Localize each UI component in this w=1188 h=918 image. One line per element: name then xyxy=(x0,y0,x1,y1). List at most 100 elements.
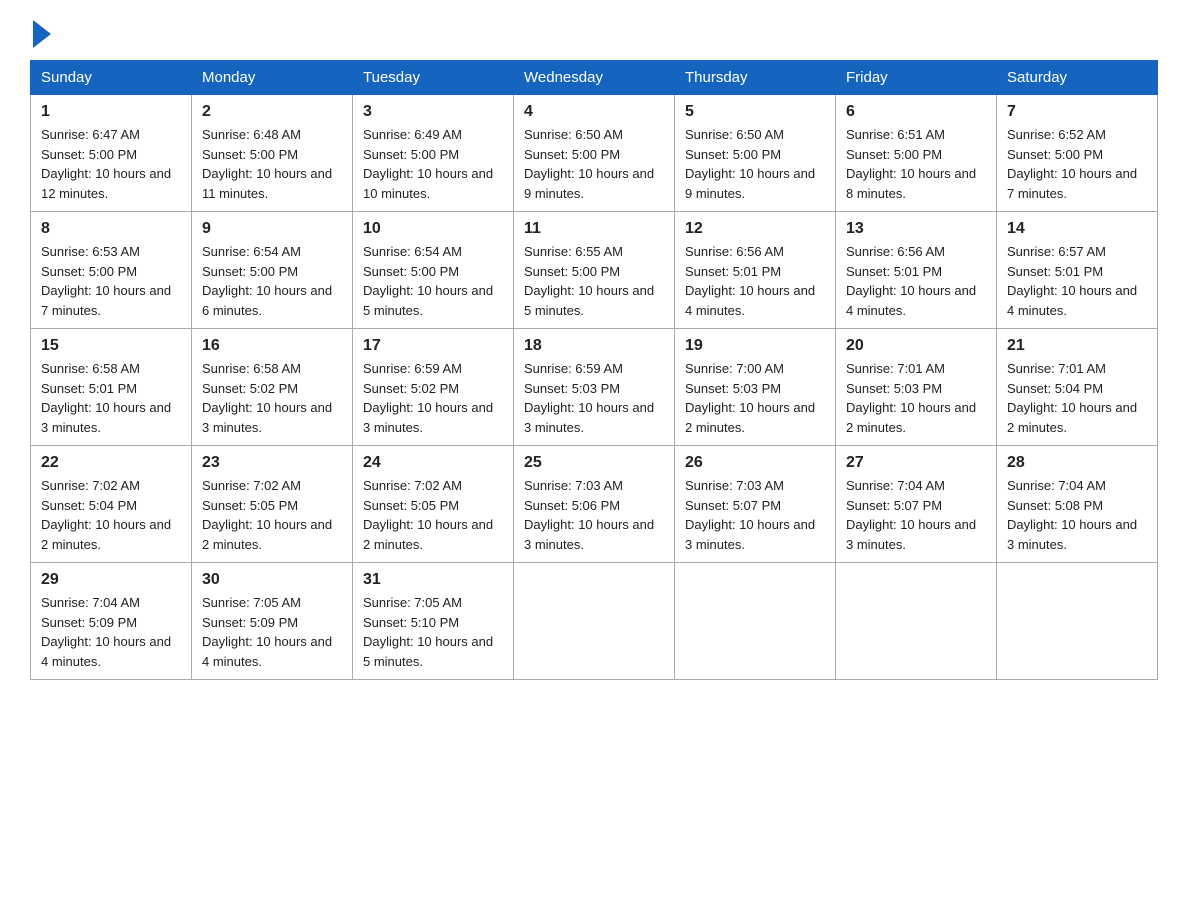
day-number: 2 xyxy=(202,103,342,121)
col-thursday: Thursday xyxy=(675,61,836,95)
day-number: 3 xyxy=(363,103,503,121)
day-info: Sunrise: 7:04 AMSunset: 5:09 PMDaylight:… xyxy=(41,593,181,671)
calendar-cell xyxy=(836,563,997,680)
calendar-week-3: 15 Sunrise: 6:58 AMSunset: 5:01 PMDaylig… xyxy=(31,329,1158,446)
logo-arrow-icon xyxy=(33,20,51,48)
day-info: Sunrise: 6:53 AMSunset: 5:00 PMDaylight:… xyxy=(41,242,181,320)
calendar-cell xyxy=(997,563,1158,680)
calendar-cell: 15 Sunrise: 6:58 AMSunset: 5:01 PMDaylig… xyxy=(31,329,192,446)
day-info: Sunrise: 7:02 AMSunset: 5:05 PMDaylight:… xyxy=(363,476,503,554)
calendar-cell: 11 Sunrise: 6:55 AMSunset: 5:00 PMDaylig… xyxy=(514,212,675,329)
day-number: 22 xyxy=(41,454,181,472)
day-info: Sunrise: 7:02 AMSunset: 5:04 PMDaylight:… xyxy=(41,476,181,554)
day-info: Sunrise: 6:59 AMSunset: 5:03 PMDaylight:… xyxy=(524,359,664,437)
calendar-cell: 12 Sunrise: 6:56 AMSunset: 5:01 PMDaylig… xyxy=(675,212,836,329)
day-number: 10 xyxy=(363,220,503,238)
calendar-week-4: 22 Sunrise: 7:02 AMSunset: 5:04 PMDaylig… xyxy=(31,446,1158,563)
day-number: 11 xyxy=(524,220,664,238)
day-info: Sunrise: 6:54 AMSunset: 5:00 PMDaylight:… xyxy=(363,242,503,320)
day-info: Sunrise: 7:01 AMSunset: 5:03 PMDaylight:… xyxy=(846,359,986,437)
day-info: Sunrise: 7:04 AMSunset: 5:08 PMDaylight:… xyxy=(1007,476,1147,554)
day-info: Sunrise: 6:51 AMSunset: 5:00 PMDaylight:… xyxy=(846,125,986,203)
calendar-week-1: 1 Sunrise: 6:47 AMSunset: 5:00 PMDayligh… xyxy=(31,95,1158,212)
day-number: 26 xyxy=(685,454,825,472)
calendar-week-2: 8 Sunrise: 6:53 AMSunset: 5:00 PMDayligh… xyxy=(31,212,1158,329)
day-info: Sunrise: 6:50 AMSunset: 5:00 PMDaylight:… xyxy=(685,125,825,203)
day-info: Sunrise: 6:55 AMSunset: 5:00 PMDaylight:… xyxy=(524,242,664,320)
calendar-week-5: 29 Sunrise: 7:04 AMSunset: 5:09 PMDaylig… xyxy=(31,563,1158,680)
calendar-cell: 27 Sunrise: 7:04 AMSunset: 5:07 PMDaylig… xyxy=(836,446,997,563)
calendar-cell: 28 Sunrise: 7:04 AMSunset: 5:08 PMDaylig… xyxy=(997,446,1158,563)
calendar-cell: 9 Sunrise: 6:54 AMSunset: 5:00 PMDayligh… xyxy=(192,212,353,329)
day-number: 16 xyxy=(202,337,342,355)
calendar-cell: 2 Sunrise: 6:48 AMSunset: 5:00 PMDayligh… xyxy=(192,95,353,212)
day-info: Sunrise: 6:54 AMSunset: 5:00 PMDaylight:… xyxy=(202,242,342,320)
day-number: 24 xyxy=(363,454,503,472)
day-info: Sunrise: 7:00 AMSunset: 5:03 PMDaylight:… xyxy=(685,359,825,437)
day-number: 27 xyxy=(846,454,986,472)
day-info: Sunrise: 6:49 AMSunset: 5:00 PMDaylight:… xyxy=(363,125,503,203)
day-number: 1 xyxy=(41,103,181,121)
day-number: 29 xyxy=(41,571,181,589)
day-number: 6 xyxy=(846,103,986,121)
day-number: 7 xyxy=(1007,103,1147,121)
calendar-cell: 20 Sunrise: 7:01 AMSunset: 5:03 PMDaylig… xyxy=(836,329,997,446)
day-info: Sunrise: 6:56 AMSunset: 5:01 PMDaylight:… xyxy=(846,242,986,320)
calendar-cell: 19 Sunrise: 7:00 AMSunset: 5:03 PMDaylig… xyxy=(675,329,836,446)
day-info: Sunrise: 6:58 AMSunset: 5:01 PMDaylight:… xyxy=(41,359,181,437)
calendar-cell: 4 Sunrise: 6:50 AMSunset: 5:00 PMDayligh… xyxy=(514,95,675,212)
day-number: 21 xyxy=(1007,337,1147,355)
day-info: Sunrise: 7:05 AMSunset: 5:09 PMDaylight:… xyxy=(202,593,342,671)
day-info: Sunrise: 7:05 AMSunset: 5:10 PMDaylight:… xyxy=(363,593,503,671)
calendar-cell: 30 Sunrise: 7:05 AMSunset: 5:09 PMDaylig… xyxy=(192,563,353,680)
page-header xyxy=(30,20,1158,44)
day-number: 8 xyxy=(41,220,181,238)
day-info: Sunrise: 6:47 AMSunset: 5:00 PMDaylight:… xyxy=(41,125,181,203)
calendar-cell: 13 Sunrise: 6:56 AMSunset: 5:01 PMDaylig… xyxy=(836,212,997,329)
day-number: 14 xyxy=(1007,220,1147,238)
calendar-cell: 18 Sunrise: 6:59 AMSunset: 5:03 PMDaylig… xyxy=(514,329,675,446)
col-monday: Monday xyxy=(192,61,353,95)
day-info: Sunrise: 6:52 AMSunset: 5:00 PMDaylight:… xyxy=(1007,125,1147,203)
calendar-cell xyxy=(675,563,836,680)
calendar-cell: 6 Sunrise: 6:51 AMSunset: 5:00 PMDayligh… xyxy=(836,95,997,212)
calendar-cell: 24 Sunrise: 7:02 AMSunset: 5:05 PMDaylig… xyxy=(353,446,514,563)
calendar-cell: 25 Sunrise: 7:03 AMSunset: 5:06 PMDaylig… xyxy=(514,446,675,563)
day-info: Sunrise: 7:04 AMSunset: 5:07 PMDaylight:… xyxy=(846,476,986,554)
col-tuesday: Tuesday xyxy=(353,61,514,95)
day-info: Sunrise: 7:03 AMSunset: 5:07 PMDaylight:… xyxy=(685,476,825,554)
calendar-cell: 10 Sunrise: 6:54 AMSunset: 5:00 PMDaylig… xyxy=(353,212,514,329)
col-saturday: Saturday xyxy=(997,61,1158,95)
day-info: Sunrise: 6:50 AMSunset: 5:00 PMDaylight:… xyxy=(524,125,664,203)
day-number: 23 xyxy=(202,454,342,472)
calendar-cell: 31 Sunrise: 7:05 AMSunset: 5:10 PMDaylig… xyxy=(353,563,514,680)
day-number: 17 xyxy=(363,337,503,355)
calendar-cell: 1 Sunrise: 6:47 AMSunset: 5:00 PMDayligh… xyxy=(31,95,192,212)
day-number: 20 xyxy=(846,337,986,355)
day-number: 5 xyxy=(685,103,825,121)
col-friday: Friday xyxy=(836,61,997,95)
calendar-cell: 5 Sunrise: 6:50 AMSunset: 5:00 PMDayligh… xyxy=(675,95,836,212)
day-number: 12 xyxy=(685,220,825,238)
day-number: 18 xyxy=(524,337,664,355)
day-info: Sunrise: 7:03 AMSunset: 5:06 PMDaylight:… xyxy=(524,476,664,554)
calendar-cell: 7 Sunrise: 6:52 AMSunset: 5:00 PMDayligh… xyxy=(997,95,1158,212)
day-info: Sunrise: 7:01 AMSunset: 5:04 PMDaylight:… xyxy=(1007,359,1147,437)
day-info: Sunrise: 7:02 AMSunset: 5:05 PMDaylight:… xyxy=(202,476,342,554)
calendar-header: Sunday Monday Tuesday Wednesday Thursday… xyxy=(31,61,1158,95)
day-number: 13 xyxy=(846,220,986,238)
day-number: 15 xyxy=(41,337,181,355)
calendar-cell: 3 Sunrise: 6:49 AMSunset: 5:00 PMDayligh… xyxy=(353,95,514,212)
calendar-cell: 16 Sunrise: 6:58 AMSunset: 5:02 PMDaylig… xyxy=(192,329,353,446)
day-info: Sunrise: 6:58 AMSunset: 5:02 PMDaylight:… xyxy=(202,359,342,437)
day-number: 9 xyxy=(202,220,342,238)
col-sunday: Sunday xyxy=(31,61,192,95)
calendar-cell: 22 Sunrise: 7:02 AMSunset: 5:04 PMDaylig… xyxy=(31,446,192,563)
day-number: 4 xyxy=(524,103,664,121)
calendar-cell: 26 Sunrise: 7:03 AMSunset: 5:07 PMDaylig… xyxy=(675,446,836,563)
day-number: 25 xyxy=(524,454,664,472)
calendar-table: Sunday Monday Tuesday Wednesday Thursday… xyxy=(30,60,1158,680)
col-wednesday: Wednesday xyxy=(514,61,675,95)
day-number: 31 xyxy=(363,571,503,589)
day-info: Sunrise: 6:59 AMSunset: 5:02 PMDaylight:… xyxy=(363,359,503,437)
